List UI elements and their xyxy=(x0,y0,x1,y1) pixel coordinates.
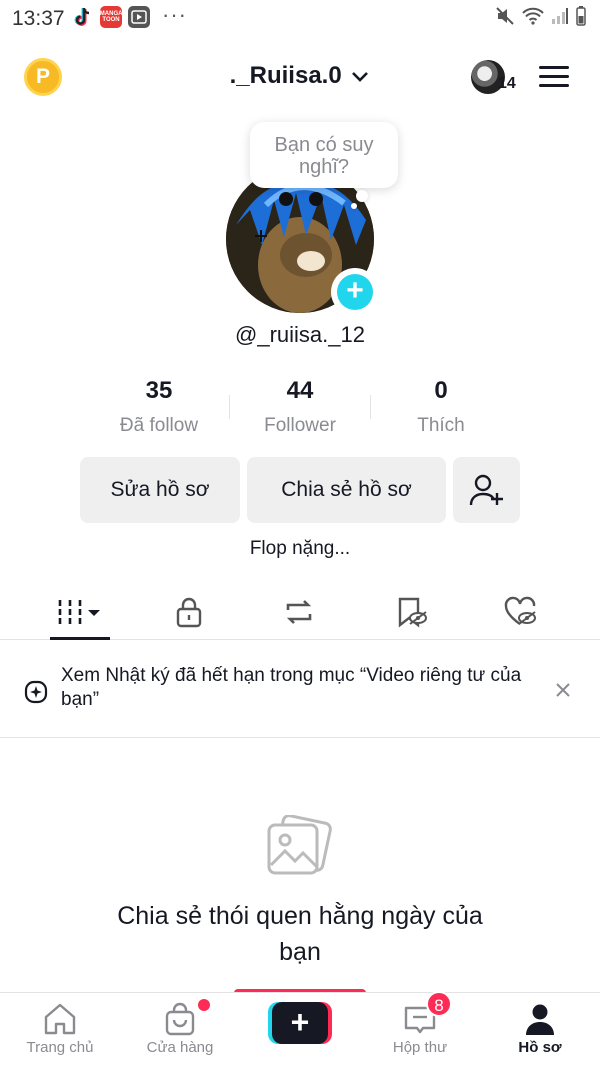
stat-following-value: 35 xyxy=(145,377,173,404)
nav-inbox-label: Hộp thư xyxy=(392,1039,448,1056)
inbox-badge: 8 xyxy=(426,991,452,1017)
plus-icon: + xyxy=(272,1002,328,1044)
nav-profile[interactable]: Hồ sơ xyxy=(480,1001,600,1056)
tab-liked[interactable] xyxy=(461,584,581,640)
bottom-navigation: Trang chủ Cửa hàng + 8 Hộp thư Hồ sơ xyxy=(0,991,600,1067)
stat-likes[interactable]: 0 Thích xyxy=(371,377,511,437)
add-story-button[interactable]: + xyxy=(331,268,379,316)
system-icons xyxy=(495,6,586,26)
thought-bubble-tail-small xyxy=(351,203,357,209)
signal-icon xyxy=(552,8,568,24)
status-notification-icons: MANGA TOON xyxy=(72,6,150,28)
tab-reposts[interactable] xyxy=(239,584,359,640)
hamburger-menu-icon[interactable] xyxy=(539,66,569,88)
nav-home-label: Trang chủ xyxy=(26,1039,94,1056)
stat-followers[interactable]: 44 Follower xyxy=(230,377,370,437)
close-icon[interactable] xyxy=(553,680,573,700)
chevron-down-icon xyxy=(350,63,370,91)
mangatoon-notification-icon: MANGA TOON xyxy=(100,6,122,28)
stat-followers-value: 44 xyxy=(286,377,314,404)
youtube-notification-icon xyxy=(128,6,150,28)
tab-favorites[interactable] xyxy=(351,584,471,640)
profile-header: P ._Ruiisa.0 14 xyxy=(0,48,600,108)
profile-icon xyxy=(480,1001,600,1037)
edit-profile-button[interactable]: Sửa hồ sơ xyxy=(80,457,240,523)
empty-state-title: Chia sẻ thói quen hằng ngày của bạn xyxy=(117,902,483,966)
status-time: 13:37 xyxy=(12,7,65,30)
more-notifications-icon: ··· xyxy=(162,2,187,27)
photo-gallery-icon xyxy=(267,815,332,875)
lock-icon xyxy=(176,597,202,628)
stat-followers-label: Follower xyxy=(264,415,336,436)
account-username: ._Ruiisa.0 xyxy=(229,62,342,89)
profile-bio: Flop nặng... xyxy=(249,538,351,559)
stat-following-label: Đã follow xyxy=(119,415,199,436)
banner-text: Xem Nhật ký đã hết hạn trong mục “Video … xyxy=(61,665,522,710)
add-friend-button[interactable] xyxy=(453,457,520,523)
inbox-icon: 8 xyxy=(360,991,480,1037)
repost-icon xyxy=(286,600,312,624)
battery-icon xyxy=(576,6,586,26)
profile-views-count: 14 xyxy=(498,75,516,92)
wifi-icon xyxy=(522,7,544,25)
thought-bubble-tail xyxy=(356,190,368,202)
nav-home[interactable]: Trang chủ xyxy=(0,1001,120,1056)
profile-stats: 35 Đã follow 44 Follower 0 Thích xyxy=(0,377,600,439)
shop-notification-dot xyxy=(198,999,210,1011)
home-icon xyxy=(0,1001,120,1037)
nav-inbox[interactable]: 8 Hộp thư xyxy=(360,991,480,1056)
expired-diary-banner[interactable]: Xem Nhật ký đã hết hạn trong mục “Video … xyxy=(0,642,600,738)
hidden-heart-icon xyxy=(504,596,536,626)
add-person-icon xyxy=(469,474,503,506)
content-tabs xyxy=(0,584,600,640)
mute-icon xyxy=(496,7,514,25)
create-button[interactable]: + xyxy=(268,1002,332,1044)
nav-profile-label: Hồ sơ xyxy=(518,1039,562,1056)
nav-shop-label: Cửa hàng xyxy=(146,1039,214,1056)
stat-following[interactable]: 35 Đã follow xyxy=(89,377,229,437)
stat-likes-value: 0 xyxy=(434,377,448,404)
hidden-bookmark-icon xyxy=(398,597,427,628)
plus-icon: + xyxy=(337,274,373,310)
share-profile-button[interactable]: Chia sẻ hồ sơ xyxy=(247,457,446,523)
tiktok-notification-icon xyxy=(72,6,94,28)
tab-videos[interactable] xyxy=(20,584,140,640)
sparkle-story-icon xyxy=(24,680,48,704)
shopping-bag-icon xyxy=(120,999,240,1037)
thought-bubble[interactable]: Bạn có suy nghĩ? xyxy=(250,122,398,188)
active-tab-indicator xyxy=(50,637,110,640)
tab-private[interactable] xyxy=(129,584,249,640)
stat-likes-label: Thích xyxy=(417,415,465,436)
video-grid-icon xyxy=(58,600,100,624)
profile-handle: @_ruiisa._12 xyxy=(235,322,365,347)
status-bar: 13:37 MANGA TOON ··· xyxy=(0,0,600,36)
nav-shop[interactable]: Cửa hàng xyxy=(120,999,240,1056)
